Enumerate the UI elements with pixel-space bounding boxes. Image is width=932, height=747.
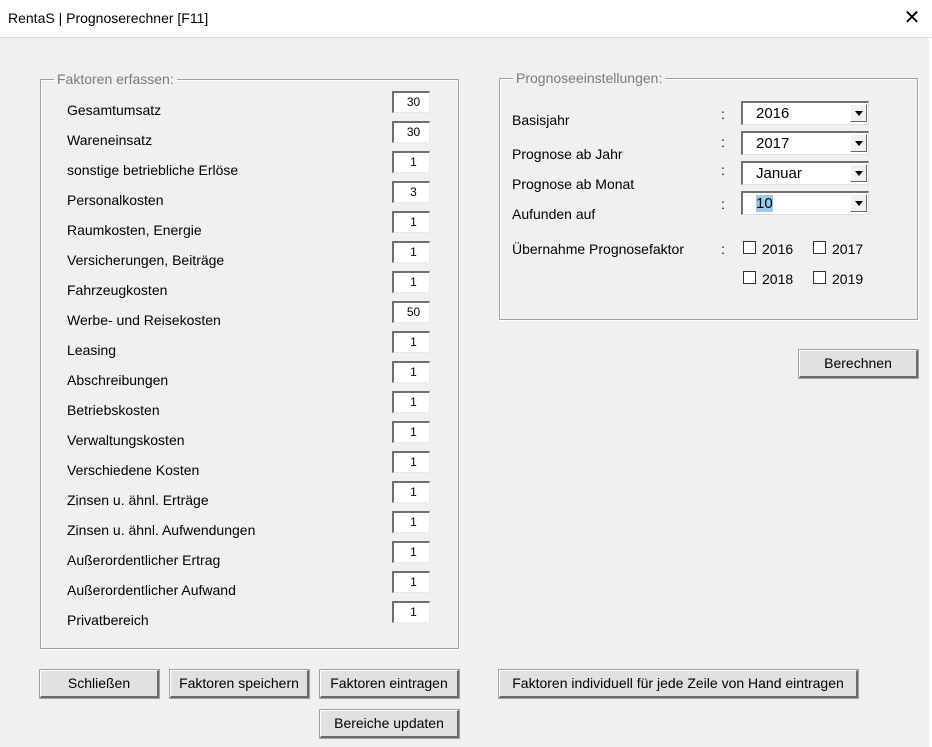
prognose-jahr-combo[interactable]: 2017 bbox=[741, 131, 869, 155]
colon-basisjahr: : bbox=[721, 106, 725, 122]
faktoren-speichern-button[interactable]: Faktoren speichern bbox=[169, 669, 310, 699]
factor-label: Zinsen u. ähnl. Aufwendungen bbox=[67, 522, 256, 538]
colon-prognose-jahr: : bbox=[721, 134, 725, 150]
chevron-down-icon[interactable] bbox=[850, 194, 867, 212]
title-bar: RentaS | Prognoserechner [F11] ✕ bbox=[0, 0, 932, 38]
factor-input[interactable]: 1 bbox=[392, 331, 430, 353]
factor-label: Personalkosten bbox=[67, 192, 164, 208]
checkbox-2016-label: 2016 bbox=[762, 241, 794, 257]
factors-legend: Faktoren erfassen: bbox=[54, 71, 177, 87]
prognose-jahr-value: 2017 bbox=[756, 135, 790, 152]
settings-legend: Prognoseeinstellungen: bbox=[513, 70, 666, 86]
factor-label: Außerordentlicher Aufwand bbox=[67, 582, 236, 598]
factor-input[interactable]: 1 bbox=[392, 451, 430, 473]
schliessen-button[interactable]: Schließen bbox=[39, 669, 160, 699]
bereiche-updaten-button[interactable]: Bereiche updaten bbox=[319, 709, 460, 739]
basisjahr-label: Basisjahr bbox=[512, 112, 570, 128]
factor-label: Raumkosten, Energie bbox=[67, 222, 202, 238]
chevron-down-icon[interactable] bbox=[850, 104, 867, 122]
uebernahme-label: Übernahme Prognosefaktor bbox=[512, 241, 684, 257]
factor-input[interactable]: 1 bbox=[392, 211, 430, 233]
factor-input[interactable]: 1 bbox=[392, 361, 430, 383]
chevron-down-icon[interactable] bbox=[850, 164, 867, 182]
factor-label: Verschiedene Kosten bbox=[67, 462, 200, 478]
checkbox-2018-label: 2018 bbox=[762, 271, 794, 287]
factor-input[interactable]: 1 bbox=[392, 481, 430, 503]
factor-label: Zinsen u. ähnl. Erträge bbox=[67, 492, 209, 508]
factor-input[interactable]: 1 bbox=[392, 151, 430, 173]
checkbox-2019-label: 2019 bbox=[832, 271, 864, 287]
factor-label: Versicherungen, Beiträge bbox=[67, 252, 225, 268]
factor-input[interactable]: 1 bbox=[392, 421, 430, 443]
factor-label: Werbe- und Reisekosten bbox=[67, 312, 221, 328]
faktoren-individuell-button[interactable]: Faktoren individuell für jede Zeile von … bbox=[498, 669, 859, 699]
factor-label: Betriebskosten bbox=[67, 402, 160, 418]
factor-label: Fahrzeugkosten bbox=[67, 282, 168, 298]
factor-input[interactable]: 30 bbox=[392, 91, 430, 113]
prognose-monat-value: Januar bbox=[756, 165, 802, 182]
berechnen-button[interactable]: Berechnen bbox=[798, 349, 919, 379]
factor-label: Gesamtumsatz bbox=[67, 102, 162, 118]
factor-label: Außerordentlicher Ertrag bbox=[67, 552, 221, 568]
factor-input[interactable]: 1 bbox=[392, 241, 430, 263]
prognose-monat-combo[interactable]: Januar bbox=[741, 161, 869, 185]
factor-label: Privatbereich bbox=[67, 612, 149, 628]
checkbox-2017-label: 2017 bbox=[832, 241, 864, 257]
factor-input[interactable]: 1 bbox=[392, 541, 430, 563]
factor-label: Wareneinsatz bbox=[67, 132, 153, 148]
factor-input[interactable]: 50 bbox=[392, 301, 430, 323]
aufunden-combo[interactable]: 10 bbox=[741, 191, 869, 215]
prognose-monat-label: Prognose ab Monat bbox=[512, 176, 635, 192]
colon-uebernahme: : bbox=[721, 241, 725, 257]
factor-label: sonstige betriebliche Erlöse bbox=[67, 162, 239, 178]
checkbox-2016[interactable] bbox=[743, 241, 756, 254]
checkbox-2017[interactable] bbox=[813, 241, 826, 254]
factor-label: Abschreibungen bbox=[67, 372, 169, 388]
aufunden-value: 10 bbox=[756, 195, 773, 212]
checkbox-2018[interactable] bbox=[743, 271, 756, 284]
chevron-down-icon[interactable] bbox=[850, 134, 867, 152]
factor-label: Verwaltungskosten bbox=[67, 432, 185, 448]
window-title: RentaS | Prognoserechner [F11] bbox=[8, 10, 209, 26]
basisjahr-combo[interactable]: 2016 bbox=[741, 101, 869, 125]
factor-input[interactable]: 1 bbox=[392, 271, 430, 293]
checkbox-2019[interactable] bbox=[813, 271, 826, 284]
faktoren-eintragen-button[interactable]: Faktoren eintragen bbox=[319, 669, 460, 699]
colon-prognose-monat: : bbox=[721, 162, 725, 178]
factor-input[interactable]: 1 bbox=[392, 571, 430, 593]
factor-input[interactable]: 1 bbox=[392, 601, 430, 623]
aufunden-label: Aufunden auf bbox=[512, 206, 596, 222]
factor-input[interactable]: 1 bbox=[392, 511, 430, 533]
factor-input[interactable]: 1 bbox=[392, 391, 430, 413]
prognose-jahr-label: Prognose ab Jahr bbox=[512, 146, 623, 162]
colon-aufunden: : bbox=[721, 196, 725, 212]
close-icon[interactable]: ✕ bbox=[900, 6, 924, 30]
factor-label: Leasing bbox=[67, 342, 117, 358]
factor-input[interactable]: 30 bbox=[392, 121, 430, 143]
basisjahr-value: 2016 bbox=[756, 105, 790, 122]
factor-input[interactable]: 3 bbox=[392, 181, 430, 203]
